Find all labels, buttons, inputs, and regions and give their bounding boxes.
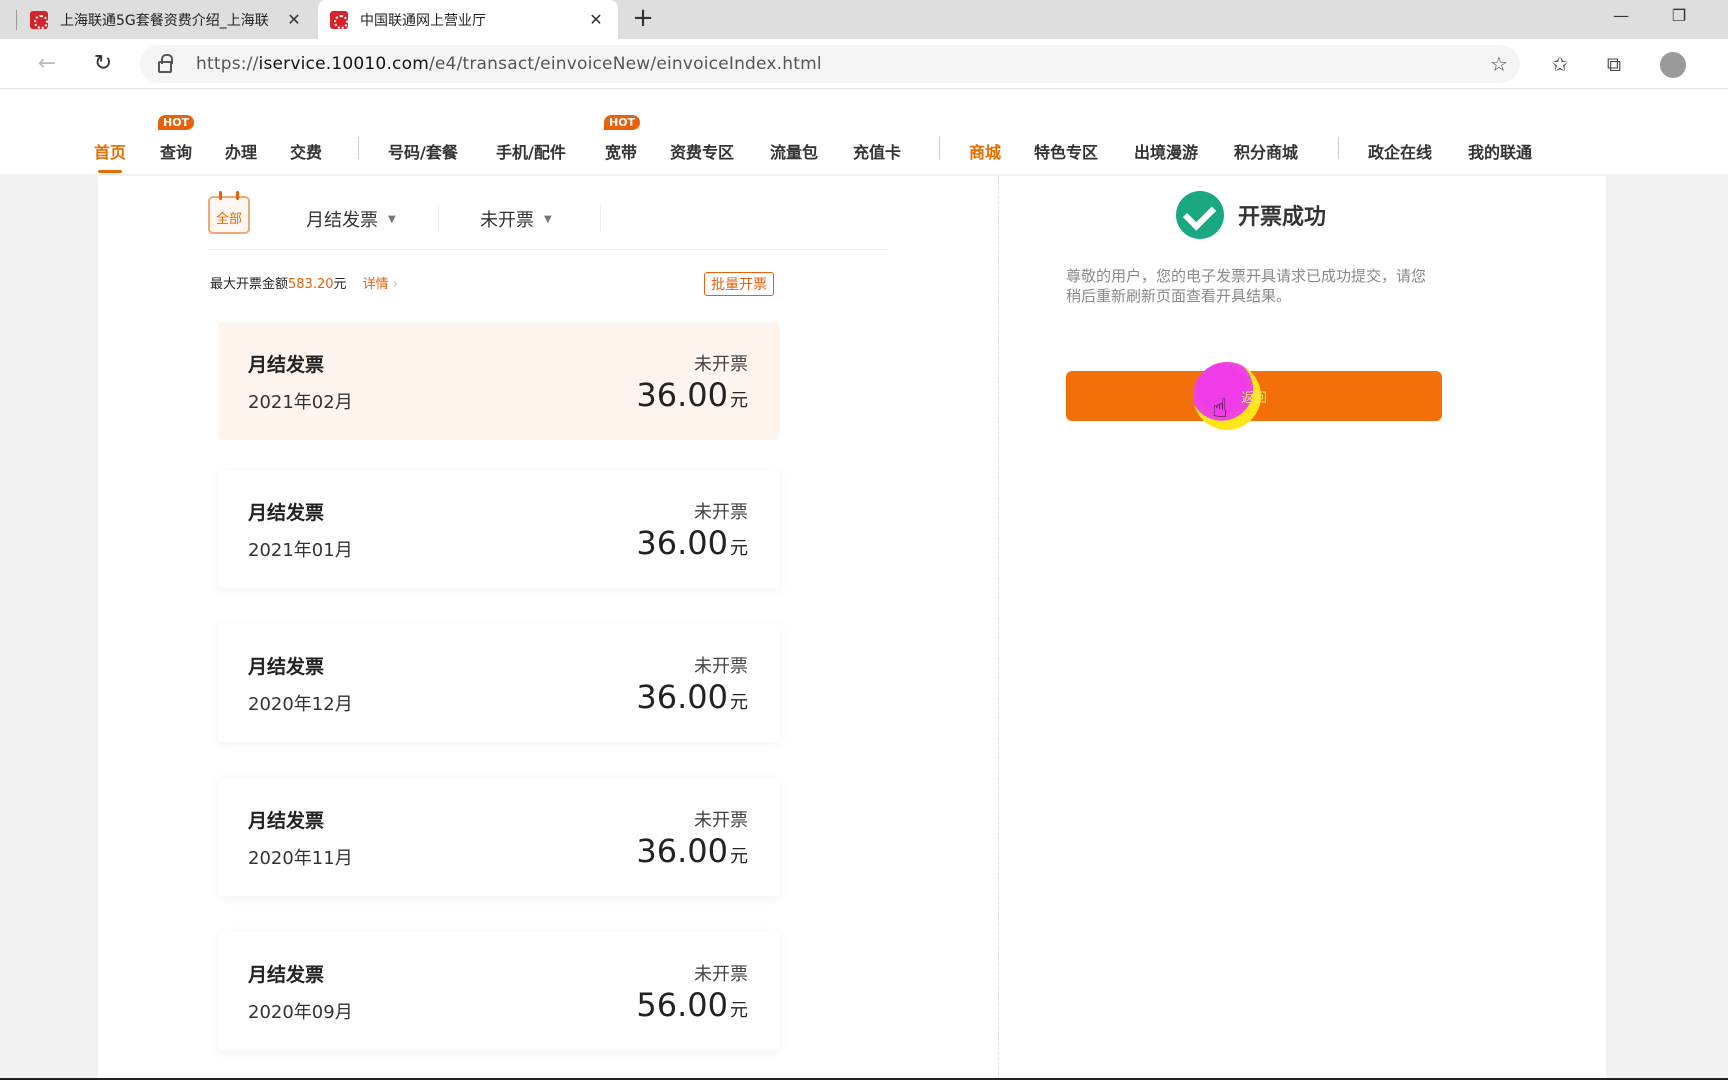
restore-button[interactable]: ❐ [1664, 6, 1694, 25]
caret-down-icon: ▼ [544, 214, 552, 225]
filter-separator [438, 204, 439, 232]
invoice-panel: 全部 月结发票 ▼ 未开票 ▼ 最大开票金额583.20元 详情 › 批量开票 月结发… [98, 176, 1606, 1080]
invoice-date: 2021年02月 [248, 392, 353, 413]
nav-tariff-zone[interactable]: 资费专区 [670, 139, 734, 163]
invoice-title: 月结发票 [248, 656, 325, 678]
invoice-amount: 56.00 元 [636, 986, 748, 1024]
nav-enterprise[interactable]: 政企在线 [1368, 139, 1432, 163]
calendar-icon[interactable]: 全部 [208, 191, 250, 234]
return-label: 返回 [1240, 390, 1267, 406]
invoice-title: 月结发票 [248, 354, 325, 376]
nav-recharge-card[interactable]: 充值卡 [853, 139, 901, 163]
tab-title: 上海联通5G套餐资费介绍_上海联 [60, 12, 269, 29]
url-text: https://iservice.10010.com/e4/transact/e… [196, 54, 822, 74]
nav-query[interactable]: 查询 [160, 139, 192, 163]
nav-separator [358, 137, 359, 159]
browser-tab-2[interactable]: 中国联通网上营业厅 ✕ [318, 0, 618, 39]
hot-badge: HOT [158, 115, 195, 130]
invoice-card[interactable]: 月结发票 2020年12月 未开票 36.00 元 [218, 624, 780, 742]
site-nav: 首页 HOT 查询 办理 交费 号码/套餐 手机/配件 HOT 宽带 资费专区 … [0, 89, 1728, 175]
address-bar: ← ↻ https://iservice.10010.com/e4/transa… [0, 39, 1728, 89]
refresh-icon[interactable]: ↻ [88, 49, 118, 79]
filter-bar: 全部 月结发票 ▼ 未开票 ▼ [208, 190, 888, 250]
lock-icon [158, 54, 173, 73]
nav-handle[interactable]: 办理 [225, 139, 257, 163]
unicom-favicon-icon [30, 10, 48, 29]
invoice-status: 未开票 [694, 354, 748, 375]
check-circle-icon [1176, 191, 1224, 239]
max-amount-value: 583.20 [288, 277, 334, 292]
new-tab-button[interactable]: + [628, 4, 658, 34]
invoice-date: 2021年01月 [248, 540, 353, 561]
panel-divider [998, 176, 999, 1080]
nav-points-mall[interactable]: 积分商城 [1234, 139, 1298, 163]
invoice-status: 未开票 [694, 810, 748, 831]
tab-title: 中国联通网上营业厅 [360, 12, 486, 29]
collections-icon[interactable]: ⧉ [1600, 51, 1628, 79]
nav-phone-parts[interactable]: 手机/配件 [496, 139, 566, 163]
close-icon[interactable]: ✕ [586, 10, 606, 29]
success-description: 尊敬的用户，您的电子发票开具请求已成功提交，请您稍后重新刷新页面查看开具结果。 [1066, 267, 1427, 305]
invoice-status-dropdown[interactable]: 未开票 ▼ [480, 206, 552, 232]
add-favorite-icon[interactable]: ☆ [1485, 51, 1513, 79]
invoice-amount: 36.00 元 [636, 832, 748, 870]
chevron-right-icon: › [392, 277, 398, 292]
tab-separator [16, 10, 17, 30]
invoice-type-dropdown[interactable]: 月结发票 ▼ [306, 206, 396, 232]
minimize-button[interactable]: — [1606, 6, 1636, 25]
nav-featured-zone[interactable]: 特色专区 [1034, 139, 1098, 163]
invoice-status-value: 未开票 [480, 210, 534, 231]
success-title: 开票成功 [1238, 205, 1327, 230]
filter-separator [600, 204, 601, 232]
nav-number-plan[interactable]: 号码/套餐 [388, 139, 458, 163]
url-field[interactable]: https://iservice.10010.com/e4/transact/e… [140, 45, 1520, 83]
nav-roaming[interactable]: 出境漫游 [1134, 139, 1198, 163]
invoice-card[interactable]: 月结发票 2021年01月 未开票 36.00 元 [218, 470, 780, 588]
hand-cursor-icon: ☝ [1212, 394, 1228, 424]
hot-badge: HOT [604, 115, 641, 130]
invoice-amount: 36.00 元 [636, 524, 748, 562]
invoice-card[interactable]: 月结发票 2020年09月 未开票 56.00 元 [218, 932, 780, 1050]
nav-broadband[interactable]: 宽带 [605, 139, 637, 163]
batch-invoice-button[interactable]: 批量开票 [704, 272, 774, 296]
close-icon[interactable]: ✕ [284, 10, 304, 29]
invoice-status: 未开票 [694, 656, 748, 677]
invoice-status: 未开票 [694, 502, 748, 523]
detail-link[interactable]: 详情 › [363, 277, 398, 292]
nav-data-pack[interactable]: 流量包 [770, 139, 818, 163]
invoice-title: 月结发票 [248, 502, 325, 524]
browser-tab-bar: 上海联通5G套餐资费介绍_上海联 ✕ 中国联通网上营业厅 ✕ + — ❐ [0, 0, 1728, 39]
success-header: 开票成功 [1176, 190, 1326, 240]
back-arrow-icon[interactable]: ← [32, 49, 62, 79]
invoice-status: 未开票 [694, 964, 748, 985]
invoice-type-value: 月结发票 [306, 210, 378, 231]
max-invoice-amount: 最大开票金额583.20元 详情 › [210, 277, 398, 292]
invoice-title: 月结发票 [248, 964, 325, 986]
favorites-icon[interactable]: ✩ [1546, 51, 1574, 79]
caret-down-icon: ▼ [388, 214, 396, 225]
nav-separator [1338, 137, 1339, 159]
nav-separator [939, 137, 940, 159]
invoice-amount: 36.00 元 [636, 678, 748, 716]
invoice-date: 2020年12月 [248, 694, 353, 715]
profile-avatar[interactable] [1660, 52, 1686, 78]
browser-tab-1[interactable]: 上海联通5G套餐资费介绍_上海联 ✕ [18, 0, 316, 39]
invoice-date: 2020年09月 [248, 1002, 353, 1023]
unicom-favicon-icon [330, 10, 348, 29]
nav-home[interactable]: 首页 [94, 139, 126, 173]
calendar-all-label: 全部 [215, 212, 242, 227]
invoice-card[interactable]: 月结发票 2020年11月 未开票 36.00 元 [218, 778, 780, 896]
invoice-title: 月结发票 [248, 810, 325, 832]
nav-mall[interactable]: 商城 [969, 139, 1001, 163]
invoice-card[interactable]: 月结发票 2021年02月 未开票 36.00 元 [218, 322, 780, 440]
invoice-amount: 36.00 元 [636, 376, 748, 414]
nav-my-unicom[interactable]: 我的联通 [1468, 139, 1532, 163]
nav-pay[interactable]: 交费 [290, 139, 322, 163]
invoice-date: 2020年11月 [248, 848, 353, 869]
